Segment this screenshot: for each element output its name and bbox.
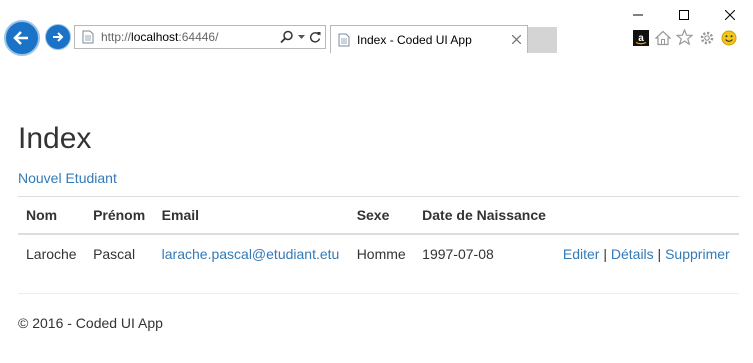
page-title: Index [18,122,92,155]
details-link[interactable]: Détails [611,246,654,262]
svg-text:a: a [638,33,644,44]
close-icon [725,10,735,20]
browser-chrome: http://localhost:64446/ Index - Coded UI… [0,0,753,56]
amazon-icon: a [632,29,649,46]
refresh-icon [309,32,321,43]
footer-divider [18,293,739,294]
feedback-button[interactable] [720,29,737,46]
column-header-actions [554,196,739,235]
address-tools [280,30,321,44]
minimize-button[interactable] [615,4,661,26]
students-table: Nom Prénom Email Sexe Date de Naissance … [18,196,739,274]
cell-email: larache.pascal@etudiant.etu [153,234,349,274]
home-icon [654,30,671,45]
browser-toolbar: a [632,29,737,46]
home-button[interactable] [654,29,671,46]
new-student-link[interactable]: Nouvel Etudiant [18,170,117,186]
new-tab-button[interactable] [528,27,557,53]
cell-nom: Laroche [18,234,86,274]
tab-title: Index - Coded UI App [357,32,472,47]
back-button[interactable] [4,20,40,56]
page-content: Index Nouvel Etudiant Nom Prénom Email S… [18,54,739,331]
favorites-button[interactable] [676,29,693,46]
cell-date-naissance: 1997-07-08 [414,234,555,274]
tab-index[interactable]: Index - Coded UI App [330,25,528,53]
window-controls [615,4,753,26]
search-button[interactable] [280,30,294,44]
star-icon [676,29,693,46]
close-window-button[interactable] [707,4,753,26]
action-separator: | [599,246,611,262]
maximize-icon [679,10,689,20]
page-icon [81,30,95,44]
url-host: localhost [131,30,179,44]
chevron-down-icon [298,34,305,39]
maximize-button[interactable] [661,4,707,26]
column-header-nom: Nom [18,196,86,235]
table-header-row: Nom Prénom Email Sexe Date de Naissance [18,196,739,235]
column-header-prenom: Prénom [85,196,154,235]
address-bar[interactable]: http://localhost:64446/ [74,25,326,49]
action-separator: | [653,246,666,262]
gear-icon [700,31,713,44]
url-rest: :64446/ [178,30,219,44]
footer-text: © 2016 - Coded UI App [18,315,163,331]
forward-button[interactable] [45,24,71,50]
email-link[interactable]: larache.pascal@etudiant.etu [162,246,340,262]
forward-arrow-icon [53,32,64,42]
delete-link[interactable]: Supprimer [665,246,730,262]
column-header-sexe: Sexe [348,196,415,235]
smiley-icon [721,30,736,45]
column-header-email: Email [153,196,349,235]
table-row: Laroche Pascal larache.pascal@etudiant.e… [18,234,739,274]
url-prefix: http:// [101,30,132,44]
url-text: http://localhost:64446/ [101,30,218,44]
close-icon [512,35,521,44]
settings-button[interactable] [698,29,715,46]
amazon-button[interactable]: a [632,29,649,46]
cell-prenom: Pascal [85,234,154,274]
back-arrow-icon [13,31,28,45]
cell-actions: Editer | Détails | Supprimer [554,234,739,274]
column-header-date-naissance: Date de Naissance [414,196,555,235]
search-icon [280,30,293,44]
search-dropdown[interactable] [298,34,305,40]
refresh-button[interactable] [309,31,321,43]
minimize-icon [633,14,643,16]
edit-link[interactable]: Editer [563,246,600,262]
tab-page-icon [337,33,351,47]
cell-sexe: Homme [348,234,415,274]
close-tab-button[interactable] [512,35,521,44]
